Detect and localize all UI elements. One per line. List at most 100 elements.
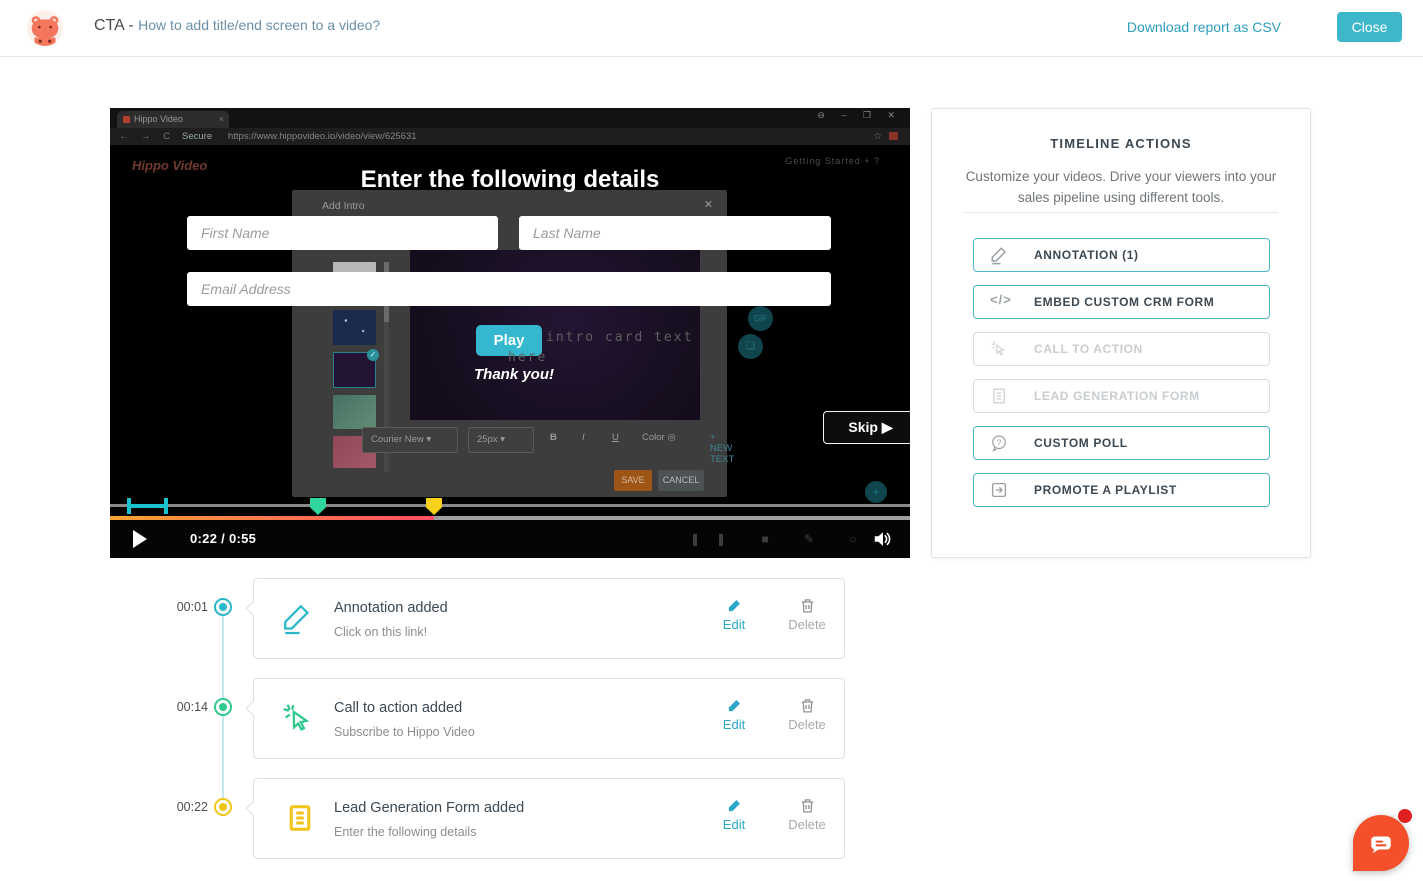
event-dot[interactable]: [214, 598, 232, 616]
intro-card-placeholder-text2: here: [508, 350, 547, 365]
cursor-click-icon: [990, 339, 1008, 359]
bookmark-star-icon: ☆: [873, 128, 882, 145]
custom-poll-action-button[interactable]: ? CUSTOM POLL: [973, 426, 1270, 460]
tab-close-icon: ×: [219, 111, 224, 128]
dialog-close-icon: ✕: [704, 198, 713, 211]
bold-button: B: [550, 432, 557, 443]
delete-button[interactable]: Delete: [784, 797, 830, 832]
first-name-input[interactable]: [187, 216, 498, 250]
chat-bubble-icon: [1368, 830, 1394, 856]
embed-crm-form-action-button[interactable]: </> EMBED CUSTOM CRM FORM: [973, 285, 1270, 319]
color-button: Color ◎: [642, 432, 676, 443]
recorded-widget-icon: ❑: [738, 334, 763, 359]
recorded-add-icon: +: [865, 481, 887, 503]
timeline-marker[interactable]: [426, 498, 442, 515]
email-input[interactable]: [187, 272, 831, 306]
event-subtitle: Subscribe to Hippo Video: [334, 725, 475, 739]
recorded-browser-tabbar: Hippo Video × ⊖ – ❐ ✕: [110, 108, 910, 128]
event-dot[interactable]: [214, 698, 232, 716]
delete-label: Delete: [784, 817, 830, 832]
event-time: 00:14: [158, 700, 208, 714]
video-player: Hippo Video × ⊖ – ❐ ✕ ← → C Secure https…: [110, 108, 910, 558]
lead-generation-form-action-button: LEAD GENERATION FORM: [973, 379, 1270, 413]
event-dot[interactable]: [214, 798, 232, 816]
cursor-click-icon: [281, 701, 315, 737]
edit-button[interactable]: Edit: [711, 597, 757, 632]
promote-playlist-action-button[interactable]: PROMOTE A PLAYLIST: [973, 473, 1270, 507]
leadgen-form-title: Enter the following details: [110, 166, 910, 194]
action-label: CUSTOM POLL: [1034, 436, 1128, 450]
trash-icon: [799, 597, 816, 614]
browser-nav-icons: ← → C: [119, 128, 175, 145]
action-label: ANNOTATION (1): [1034, 248, 1139, 262]
play-control-icon[interactable]: [133, 530, 147, 548]
timeline-marker[interactable]: [310, 498, 326, 515]
edit-pencil-icon: [726, 597, 743, 614]
event-title: Annotation added: [334, 600, 448, 616]
box-arrow-icon: [990, 480, 1008, 500]
notification-dot: [1398, 809, 1412, 823]
delete-label: Delete: [784, 717, 830, 732]
cancel-button-dimmed: CANCEL: [658, 470, 704, 491]
edit-label: Edit: [711, 717, 757, 732]
event-time: 00:22: [158, 800, 208, 814]
edit-pencil-icon: [726, 697, 743, 714]
text-toolbar: Courier New ▾ 25px ▾ B I U Color ◎ + NEW…: [292, 427, 727, 453]
event-subtitle: Click on this link!: [334, 625, 427, 639]
template-thumbnail: [333, 310, 376, 345]
font-family-select: Courier New ▾: [362, 427, 458, 453]
event-title: Call to action added: [334, 700, 462, 716]
pencil-icon: [281, 601, 315, 637]
delete-button[interactable]: Delete: [784, 597, 830, 632]
time-display: 0:22 / 0:55: [190, 520, 256, 558]
last-name-input[interactable]: [519, 216, 831, 250]
thank-you-text: Thank you!: [474, 366, 554, 383]
panel-description: Customize your videos. Drive your viewer…: [960, 166, 1282, 208]
title-prefix: CTA -: [94, 17, 138, 34]
edit-button[interactable]: Edit: [711, 797, 757, 832]
question-bubble-icon: ?: [990, 433, 1008, 453]
annotation-action-button[interactable]: ANNOTATION (1): [973, 238, 1270, 272]
svg-text:?: ?: [997, 438, 1002, 447]
chat-launcher-button[interactable]: [1353, 815, 1409, 871]
trash-icon: [799, 797, 816, 814]
volume-icon[interactable]: [872, 528, 894, 550]
tab-favicon-icon: [123, 116, 130, 123]
underline-button: U: [612, 432, 619, 443]
template-thumbnail-selected: ✓: [333, 352, 376, 388]
trash-icon: [799, 697, 816, 714]
event-card-annotation: Annotation added Click on this link! Edi…: [253, 578, 845, 659]
skip-button[interactable]: Skip ▶: [823, 411, 910, 444]
download-csv-link[interactable]: Download report as CSV: [1127, 19, 1281, 35]
panel-title: TIMELINE ACTIONS: [932, 136, 1310, 151]
scrubber-track[interactable]: [110, 504, 910, 507]
video-title: How to add title/end screen to a video?: [138, 17, 380, 33]
recorded-browser-tab: Hippo Video ×: [117, 111, 229, 128]
action-label: LEAD GENERATION FORM: [1034, 389, 1200, 403]
pencil-icon: [990, 245, 1008, 265]
close-button[interactable]: Close: [1337, 12, 1402, 42]
edit-label: Edit: [711, 817, 757, 832]
delete-label: Delete: [784, 617, 830, 632]
event-title: Lead Generation Form added: [334, 800, 524, 816]
recorded-address-bar: ← → C Secure https://www.hippovideo.io/v…: [110, 128, 910, 145]
font-size-select: 25px ▾: [468, 427, 534, 453]
document-icon: [990, 386, 1008, 406]
template-thumbnail: [333, 395, 376, 429]
extension-icon: [889, 132, 898, 140]
edit-label: Edit: [711, 617, 757, 632]
action-label: PROMOTE A PLAYLIST: [1034, 483, 1177, 497]
save-button-dimmed: SAVE: [614, 470, 652, 491]
annotation-range-marker[interactable]: [127, 498, 169, 514]
new-text-button: + NEW TEXT: [710, 432, 734, 465]
window-controls-icons: ⊖ – ❐ ✕: [817, 110, 902, 121]
event-time: 00:01: [158, 600, 208, 614]
delete-button[interactable]: Delete: [784, 697, 830, 732]
edit-button[interactable]: Edit: [711, 697, 757, 732]
italic-button: I: [582, 432, 585, 443]
site-header-links: Getting Started + ?: [785, 156, 880, 166]
divider: [964, 212, 1278, 213]
timeline-actions-panel: TIMELINE ACTIONS Customize your videos. …: [931, 108, 1311, 558]
call-to-action-action-button: CALL TO ACTION: [973, 332, 1270, 366]
action-label: EMBED CUSTOM CRM FORM: [1034, 295, 1214, 309]
